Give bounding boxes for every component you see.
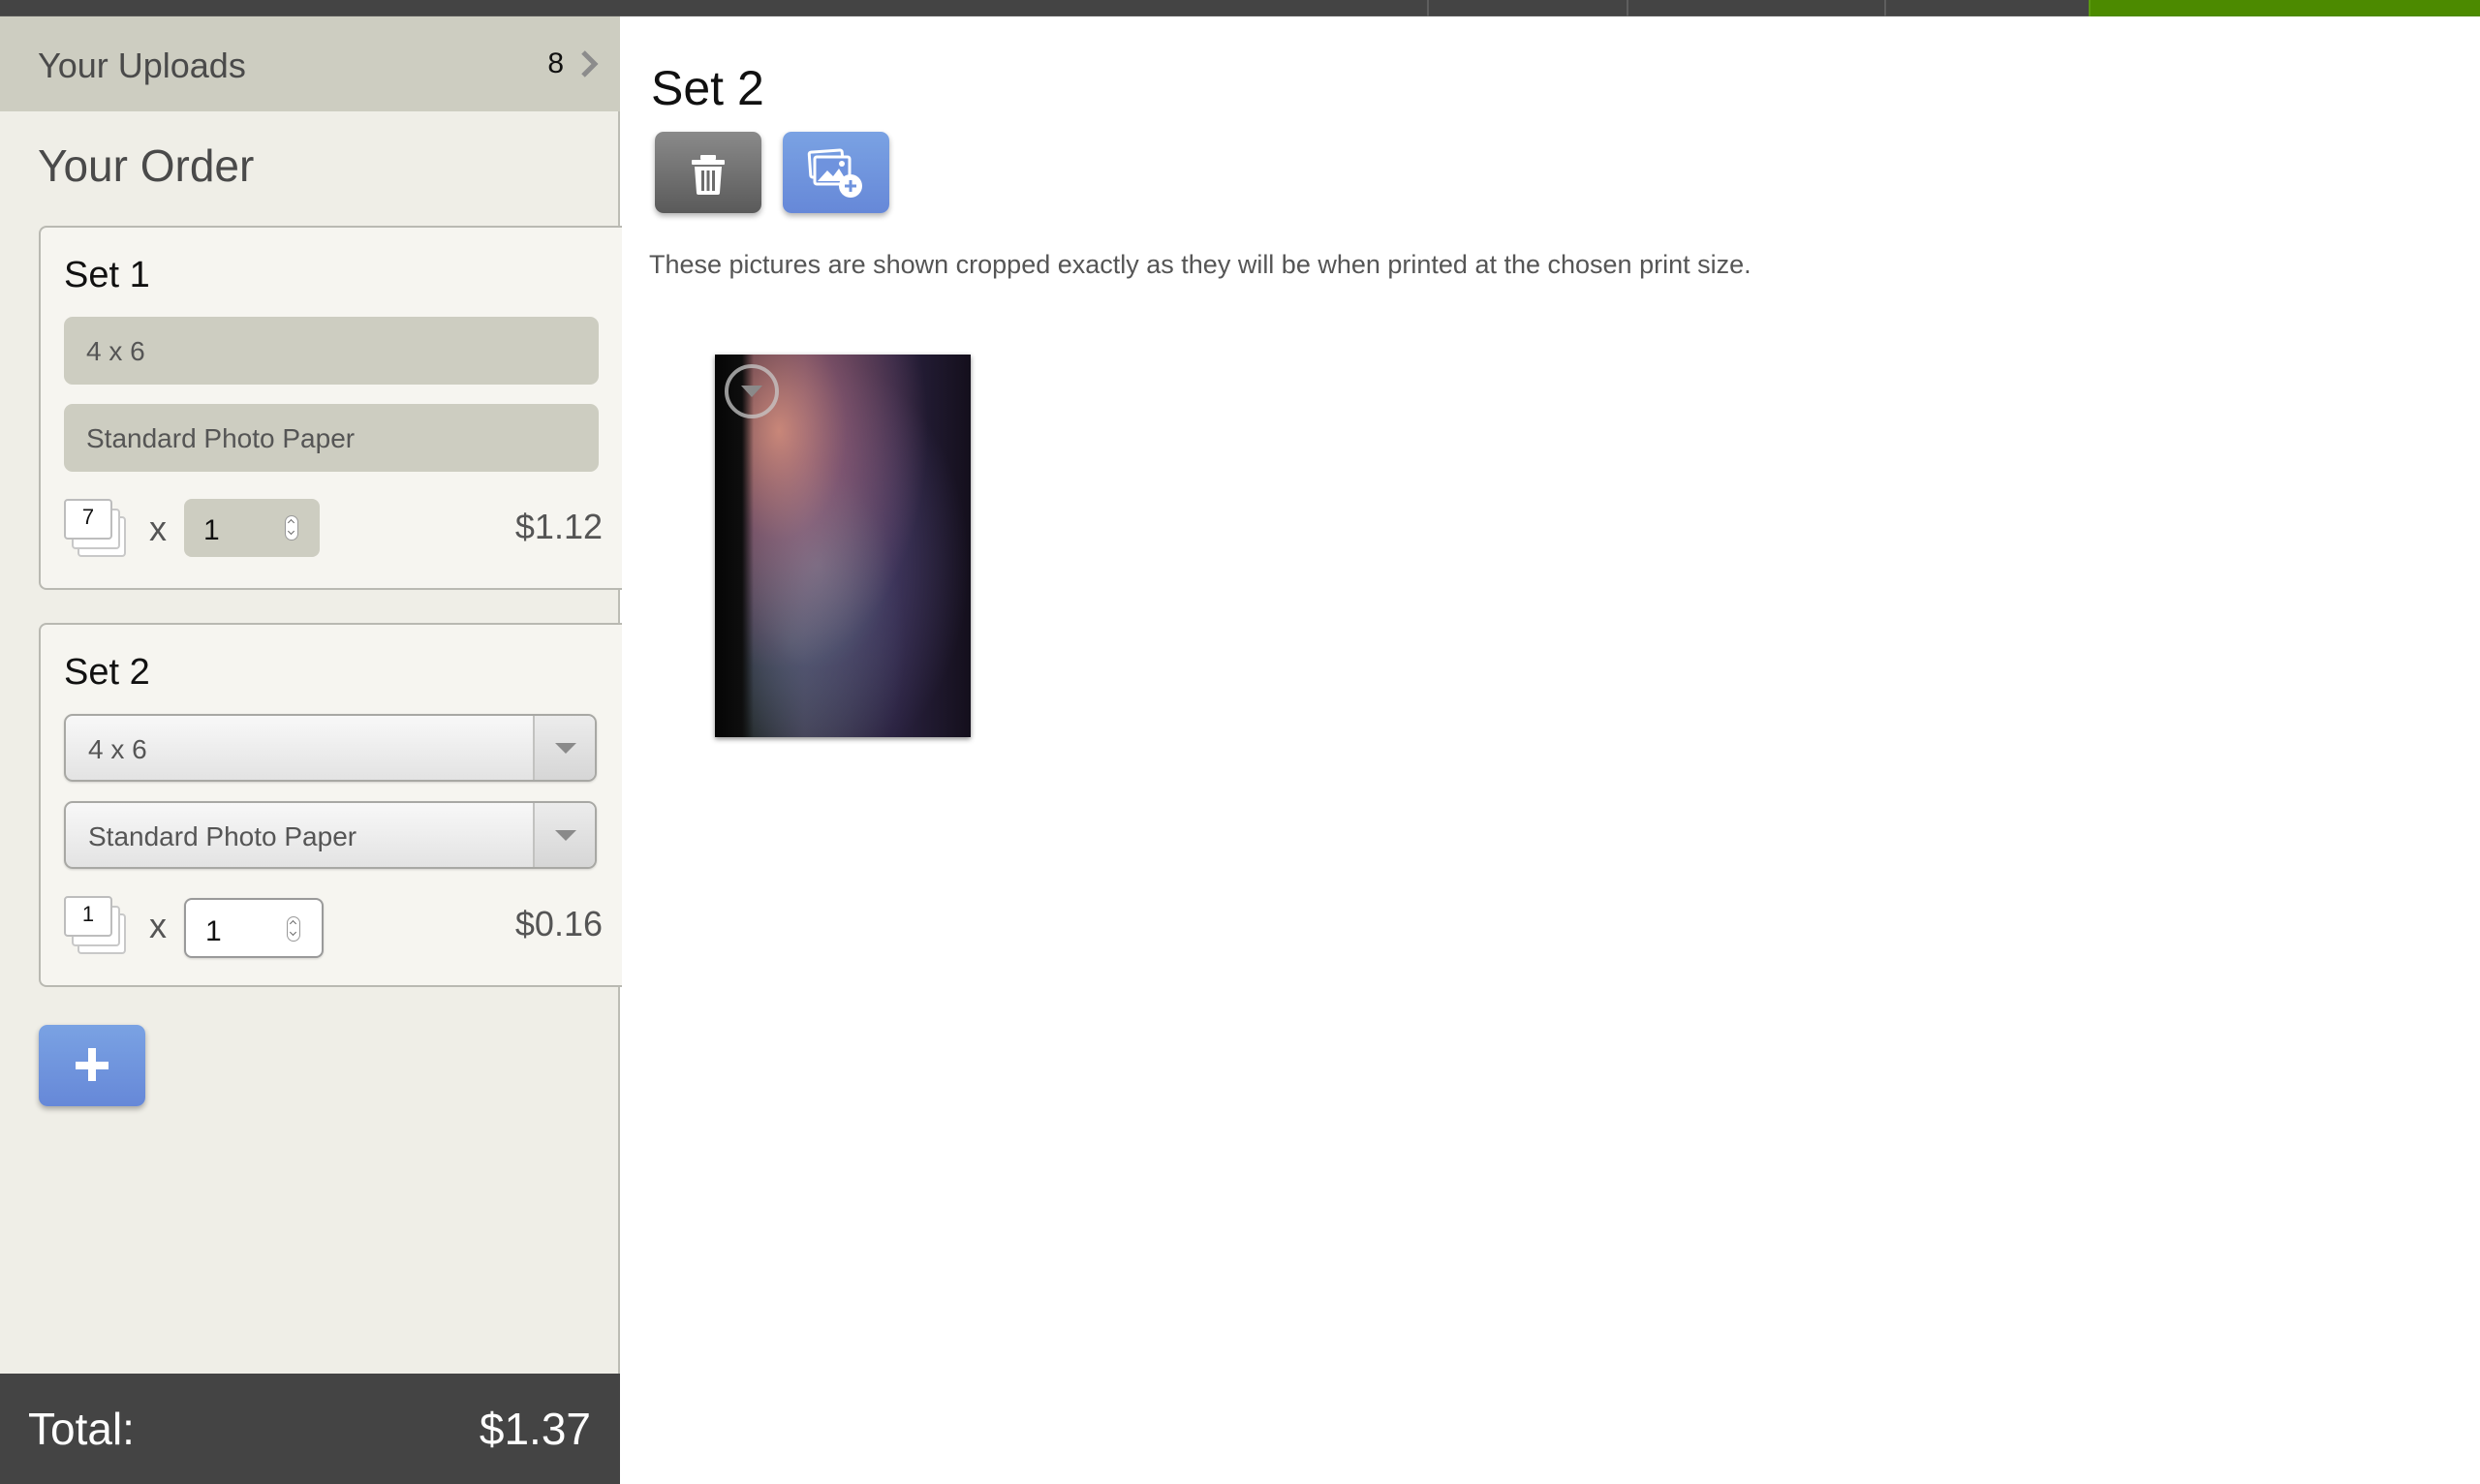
photo-count: 1 <box>64 896 112 937</box>
print-size-value: 4 x 6 <box>88 734 147 764</box>
set-card-2[interactable]: Set 2 4 x 6 Standard Photo Paper 1 x 1 $… <box>39 623 622 987</box>
set-editor: Set 2 These pictures are shown cropped e… <box>622 16 2480 1484</box>
your-uploads-link[interactable]: Your Uploads 8 <box>0 16 620 111</box>
spinner-arrows-icon[interactable] <box>285 515 298 541</box>
paper-type-value: Standard Photo Paper <box>88 821 357 851</box>
photo-menu-button[interactable] <box>725 364 779 418</box>
trash-icon <box>692 155 725 195</box>
photo-thumbnail[interactable] <box>715 355 971 737</box>
set-card-1[interactable]: Set 1 4 x 6 Standard Photo Paper 7 x 1 $… <box>39 226 622 590</box>
chevron-right-icon <box>581 50 599 77</box>
spinner-arrows-icon[interactable] <box>287 916 300 942</box>
add-photos-button[interactable] <box>783 132 889 213</box>
set-price: $0.16 <box>514 904 603 943</box>
photo-count: 7 <box>64 499 112 540</box>
add-photos-icon <box>807 148 862 198</box>
chevron-down-icon <box>555 830 576 841</box>
progress-step-divider <box>1627 0 1628 16</box>
set-title: Set 2 <box>64 652 150 693</box>
quantity-value: 1 <box>203 514 220 546</box>
total-value: $1.37 <box>479 1404 591 1454</box>
paper-type-field: Standard Photo Paper <box>64 404 599 472</box>
print-size-select[interactable]: 4 x 6 <box>64 714 597 782</box>
multiply-sign: x <box>149 509 167 548</box>
your-order-heading: Your Order <box>38 140 255 191</box>
set-price: $1.12 <box>514 507 603 546</box>
your-uploads-label: Your Uploads <box>38 46 246 85</box>
photo-stack-icon: 7 <box>64 499 138 559</box>
page-title: Set 2 <box>651 61 764 115</box>
order-total-bar: Total: $1.37 <box>0 1374 620 1484</box>
progress-step-divider <box>1884 0 1886 16</box>
paper-type-select[interactable]: Standard Photo Paper <box>64 801 597 869</box>
print-size-field: 4 x 6 <box>64 317 599 385</box>
progress-step-divider <box>1427 0 1429 16</box>
dropdown-button[interactable] <box>533 716 595 780</box>
quantity-stepper[interactable]: 1 <box>184 499 320 557</box>
progress-step-active <box>2089 0 2480 16</box>
chevron-down-icon <box>555 743 576 754</box>
total-label: Total: <box>28 1404 135 1454</box>
dropdown-menu-icon <box>741 386 762 397</box>
add-set-button[interactable] <box>39 1025 145 1106</box>
set-title: Set 1 <box>64 255 150 295</box>
uploads-count: 8 <box>547 47 564 79</box>
photo-stack-icon: 1 <box>64 896 138 956</box>
quantity-value: 1 <box>205 915 222 947</box>
multiply-sign: x <box>149 906 167 945</box>
quantity-row: 7 x 1 $1.12 <box>64 499 603 567</box>
dropdown-button[interactable] <box>533 803 595 867</box>
top-progress-bar <box>0 0 2480 16</box>
order-sidebar: Your Uploads 8 Your Order Set 1 4 x 6 St… <box>0 16 622 1484</box>
delete-set-button[interactable] <box>655 132 761 213</box>
quantity-row: 1 x 1 $0.16 <box>64 896 603 964</box>
crop-info-text: These pictures are shown cropped exactly… <box>649 250 1752 279</box>
quantity-stepper[interactable]: 1 <box>184 898 324 958</box>
